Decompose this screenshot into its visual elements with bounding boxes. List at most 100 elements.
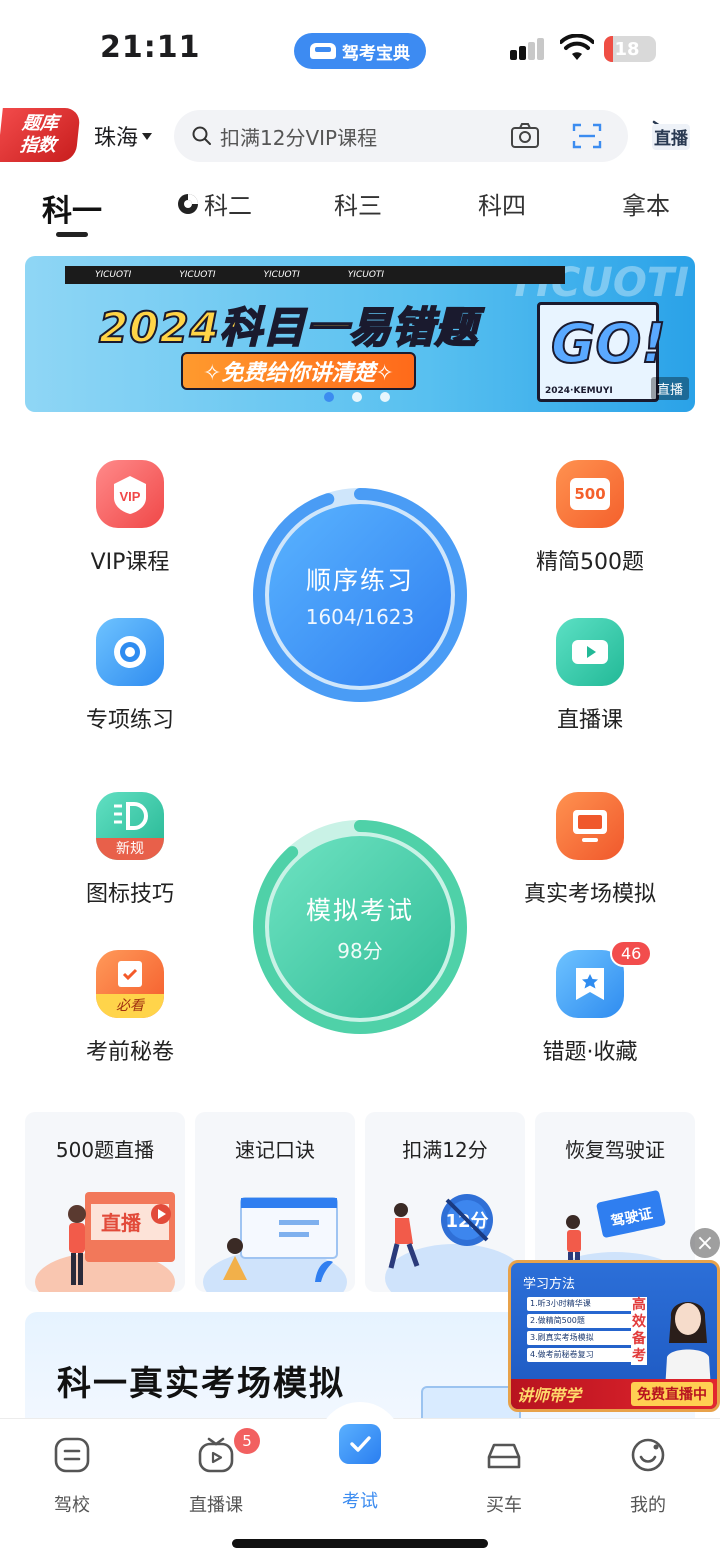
pager-dot[interactable]	[380, 392, 390, 402]
tab-subject-2[interactable]: 科二	[176, 186, 252, 221]
tab-get-license[interactable]: 拿本	[622, 186, 670, 221]
study-step: 4.做考前秘卷复习	[527, 1348, 633, 1362]
card-title: 500题直播	[55, 1138, 155, 1162]
subject-tabs: 科一 科二 科三 科四 拿本	[0, 186, 720, 242]
wifi-icon	[560, 34, 594, 60]
icon-skill-icon: 新规	[96, 792, 164, 860]
monitor-icon	[556, 792, 624, 860]
12-points-illustration: 12分	[385, 1194, 525, 1292]
card-12-points[interactable]: 扣满12分 12分	[365, 1112, 525, 1292]
live-illustration: 直播	[35, 1192, 175, 1292]
live-button[interactable]: 直播	[650, 118, 692, 152]
tab-subject-1[interactable]: 科一	[42, 186, 102, 230]
svg-text:直播: 直播	[101, 1211, 142, 1235]
card-500-live[interactable]: 500题直播 直播	[25, 1112, 185, 1292]
wrong-and-favorites-item[interactable]: 错题·收藏	[520, 950, 660, 1066]
vip-icon: VIP	[96, 460, 164, 528]
status-bar: 21:11 驾考宝典 18	[0, 0, 720, 100]
nav-driving-school[interactable]: 驾校	[22, 1437, 122, 1517]
card-title: 速记口诀	[235, 1138, 315, 1162]
icon-skill-item[interactable]: 新规 图标技巧	[60, 792, 200, 908]
nav-profile[interactable]: 我的	[598, 1437, 698, 1517]
question-bank-index-badge[interactable]: 题库 指数	[0, 108, 81, 162]
wrong-and-favorites-label: 错题·收藏	[542, 1040, 638, 1065]
app-name: 驾考宝典	[342, 43, 410, 64]
floating-title: 学习方法	[523, 1277, 576, 1292]
tab-subject-3[interactable]: 科三	[334, 186, 382, 221]
status-time: 21:11	[100, 30, 201, 65]
battery-level: 18	[614, 38, 640, 60]
special-practice-label: 专项练习	[85, 708, 174, 733]
nav-label: 我的	[630, 1495, 666, 1516]
nav-label: 直播课	[189, 1495, 243, 1516]
study-step: 1.听3小时精华课	[527, 1297, 633, 1311]
banner-go-text: GO!	[550, 311, 667, 376]
battery-indicator: 18	[604, 36, 656, 62]
500-questions-label: 精简500题	[536, 550, 644, 575]
efficient-prep-text: 高效备考	[631, 1297, 647, 1365]
live-course-item[interactable]: 直播课	[520, 618, 660, 734]
real-exam-simulation-label: 真实考场模拟	[523, 882, 656, 907]
nav-label: 买车	[486, 1495, 522, 1516]
car-icon	[310, 43, 336, 59]
500-icon: 500	[556, 460, 624, 528]
study-step: 2.做精简500题	[527, 1314, 633, 1328]
badge-line-2: 指数	[18, 135, 58, 156]
school-icon	[54, 1437, 90, 1473]
secret-paper-label: 考前秘卷	[85, 1040, 174, 1065]
tv-icon	[198, 1437, 234, 1473]
nav-buy-car[interactable]: 买车	[454, 1437, 554, 1517]
floating-footer: 讲师带学 免费直播中	[511, 1379, 717, 1409]
mock-exam-title: 模拟考试	[305, 895, 414, 925]
live-button-label: 直播	[654, 129, 688, 149]
steering-wheel-icon	[178, 193, 198, 214]
profile-icon	[631, 1438, 665, 1472]
must-see-tag: 必看	[96, 994, 164, 1018]
app-name-pill[interactable]: 驾考宝典	[294, 33, 426, 69]
pager-dot[interactable]	[352, 392, 362, 402]
live-course-label: 直播课	[556, 708, 623, 733]
wrong-count-badge: 46	[610, 940, 653, 967]
practice-title: 顺序练习	[305, 566, 414, 595]
banner-ribbon: YICUOTI YICUOTI YICUOTI YICUOTI	[65, 266, 565, 284]
floating-live-window[interactable]: 学习方法 1.听3小时精华课 2.做精简500题 3.刷真实考场模拟 4.做考前…	[508, 1260, 720, 1412]
special-practice-item[interactable]: 专项练习	[60, 618, 200, 734]
presenter-avatar	[665, 1302, 711, 1391]
free-live-label: 免费直播中	[631, 1382, 713, 1406]
practice-progress: 1604/1623	[305, 605, 415, 629]
car-icon	[487, 1443, 521, 1469]
real-exam-simulation-item[interactable]: 真实考场模拟	[520, 792, 660, 908]
vip-course-item[interactable]: VIP VIP课程	[60, 460, 200, 576]
pager-dot[interactable]	[324, 392, 334, 402]
camera-icon[interactable]	[510, 122, 540, 150]
tab-subject-4[interactable]: 科四	[478, 186, 526, 221]
study-step: 3.刷真实考场模拟	[527, 1331, 633, 1345]
real-exam-card-title: 科一真实考场模拟	[57, 1364, 345, 1404]
vip-course-label: VIP课程	[90, 550, 170, 575]
scan-icon[interactable]	[572, 122, 602, 150]
banner-live-tag: 直播	[650, 377, 689, 400]
search-bar[interactable]: 扣满12分VIP课程	[174, 110, 628, 162]
card-memory-tips[interactable]: 速记口诀	[195, 1112, 355, 1292]
promo-banner[interactable]: YICUOTI YICUOTI YICUOTI YICUOTI YICUOTI 202…	[25, 256, 695, 412]
banner-subtitle: ✧免费给你讲清楚✧	[181, 352, 416, 390]
active-tab-indicator	[56, 232, 88, 237]
sequential-practice-circle[interactable]: 顺序练习 1604/1623	[253, 488, 467, 702]
close-icon[interactable]: ×	[690, 1228, 720, 1258]
mock-exam-circle[interactable]: 模拟考试 98分	[253, 820, 467, 1034]
search-placeholder: 扣满12分VIP课程	[220, 125, 378, 150]
target-icon	[96, 618, 164, 686]
study-steps: 1.听3小时精华课 2.做精简500题 3.刷真实考场模拟 4.做考前秘卷复习	[527, 1297, 633, 1367]
exam-icon	[339, 1424, 381, 1464]
500-questions-item[interactable]: 500 精简500题	[520, 460, 660, 576]
city-selector[interactable]: 珠海	[94, 120, 153, 152]
cellular-signal-icon	[510, 38, 548, 60]
video-icon	[556, 618, 624, 686]
search-icon	[192, 126, 211, 145]
secret-paper-item[interactable]: 必看 考前秘卷	[60, 950, 200, 1066]
lecturer-guide-label: 讲师带学	[517, 1386, 582, 1405]
banner-pager	[324, 392, 390, 402]
nav-label: 考试	[342, 1491, 378, 1512]
exam-tab-button[interactable]	[318, 1402, 402, 1486]
badge-line-1: 题库	[21, 113, 60, 134]
